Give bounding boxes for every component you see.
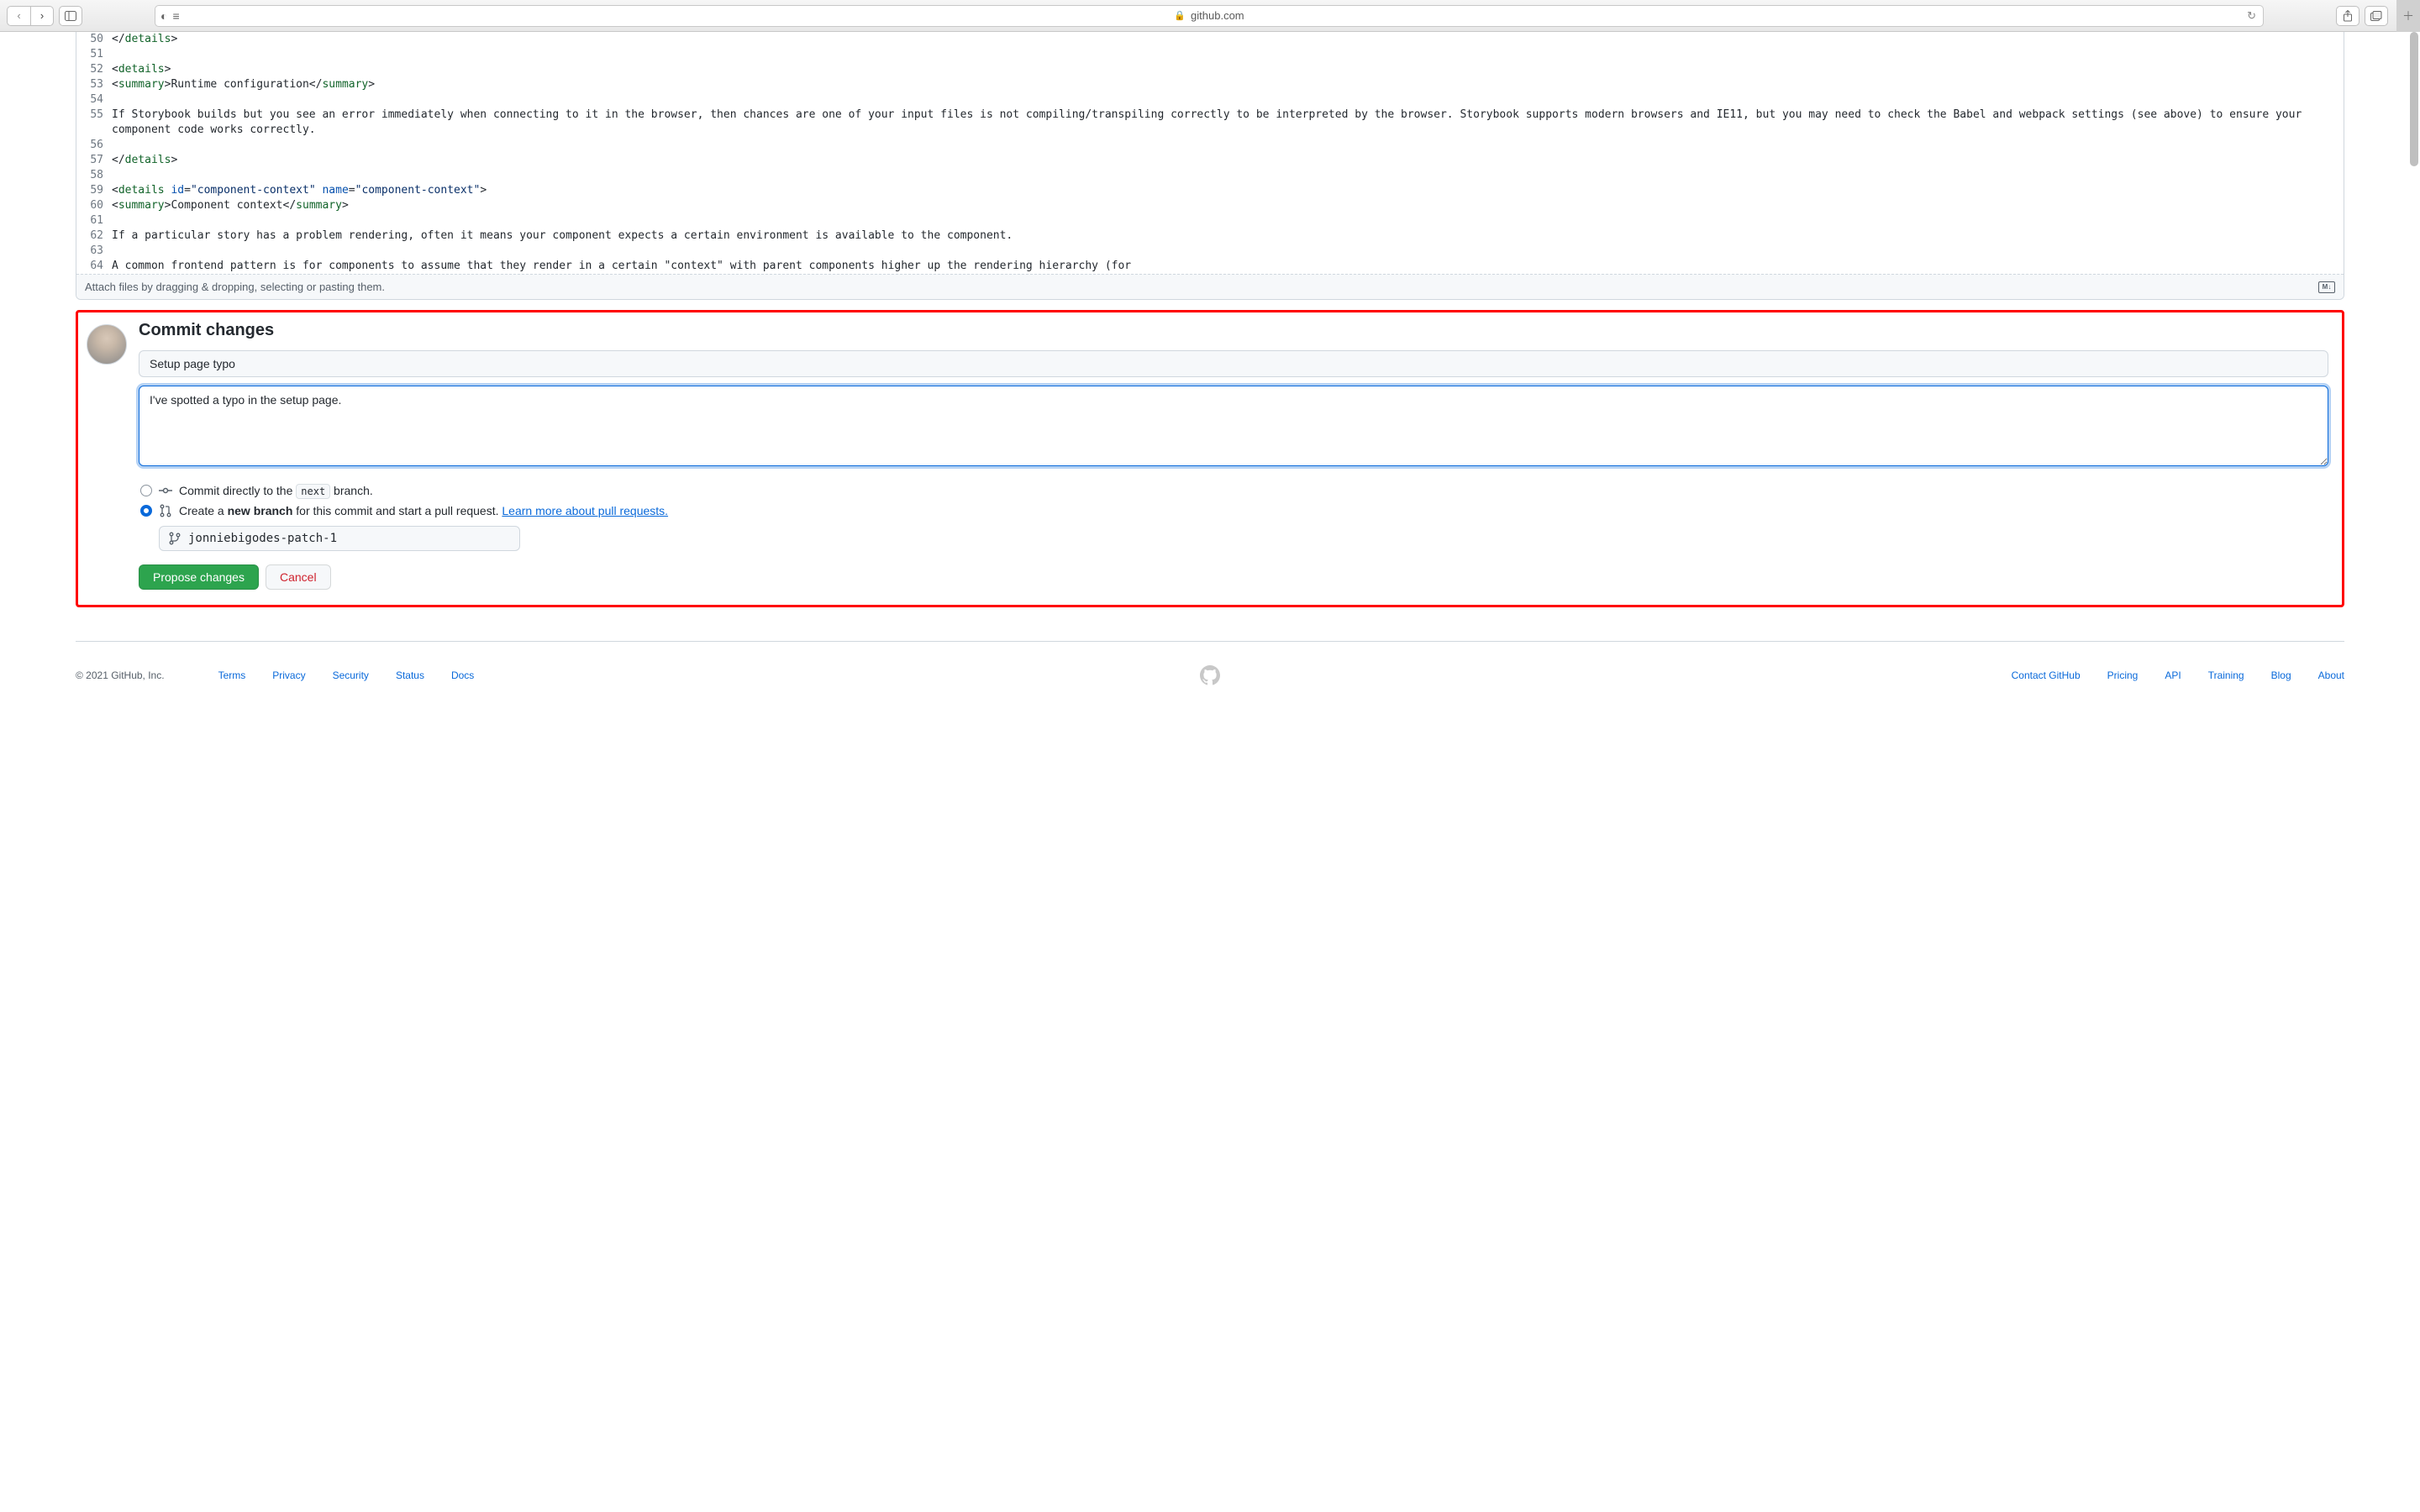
radio-direct-label: Commit directly to the next branch. <box>179 484 373 497</box>
attach-hint: Attach files by dragging & dropping, sel… <box>85 281 385 293</box>
markdown-icon[interactable]: M↓ <box>2318 281 2335 293</box>
code-line[interactable]: 58 <box>76 168 2344 183</box>
code-line[interactable]: 51 <box>76 47 2344 62</box>
footer-link-privacy[interactable]: Privacy <box>272 669 305 681</box>
commit-summary-input[interactable] <box>139 350 2328 377</box>
learn-pull-requests-link[interactable]: Learn more about pull requests. <box>502 504 668 517</box>
share-button[interactable] <box>2336 6 2360 26</box>
footer-link-terms[interactable]: Terms <box>218 669 246 681</box>
code-line[interactable]: 63 <box>76 244 2344 259</box>
code-line[interactable]: 57</details> <box>76 153 2344 168</box>
tabs-button[interactable] <box>2365 6 2388 26</box>
radio-newbranch-label: Create a new branch for this commit and … <box>179 504 668 517</box>
code-line[interactable]: 54 <box>76 92 2344 108</box>
code-line[interactable]: 52<details> <box>76 62 2344 77</box>
code-line[interactable]: 56 <box>76 138 2344 153</box>
vertical-scrollbar[interactable] <box>2410 32 2418 166</box>
propose-changes-button[interactable]: Propose changes <box>139 564 259 590</box>
code-line[interactable]: 62If a particular story has a problem re… <box>76 228 2344 244</box>
url-host: github.com <box>1191 9 1244 22</box>
lock-icon: 🔒 <box>1174 10 1186 21</box>
footer-link-contact-github[interactable]: Contact GitHub <box>2012 669 2081 681</box>
attach-files-bar[interactable]: Attach files by dragging & dropping, sel… <box>76 274 2344 299</box>
reader-mode-icon[interactable]: ≡ <box>172 9 179 23</box>
footer-link-docs[interactable]: Docs <box>451 669 474 681</box>
address-bar[interactable]: ◐ ≡ 🔒 github.com ↻ <box>155 5 2264 27</box>
page-footer: © 2021 GitHub, Inc. Terms Privacy Security… <box>76 641 2344 694</box>
code-line[interactable]: 50</details> <box>76 32 2344 47</box>
commit-changes-panel: Commit changes Commit directly to the ne… <box>76 310 2344 607</box>
code-line[interactable]: 60<summary>Component context</summary> <box>76 198 2344 213</box>
code-line[interactable]: 55If Storybook builds but you see an err… <box>76 108 2344 138</box>
code-lines[interactable]: 50</details>5152<details>53<summary>Runt… <box>76 32 2344 274</box>
git-branch-icon <box>168 532 182 545</box>
commit-description-textarea[interactable] <box>139 386 2328 466</box>
reload-icon[interactable]: ↻ <box>2247 9 2256 23</box>
git-pull-request-icon <box>159 504 172 517</box>
code-line[interactable]: 53<summary>Runtime configuration</summar… <box>76 77 2344 92</box>
radio-commit-direct[interactable]: Commit directly to the next branch. <box>140 480 2328 501</box>
cancel-button[interactable]: Cancel <box>266 564 331 590</box>
radio-create-branch[interactable]: Create a new branch for this commit and … <box>140 501 2328 521</box>
radio-checked-icon <box>140 505 152 517</box>
radio-unchecked-icon <box>140 485 152 496</box>
footer-link-pricing[interactable]: Pricing <box>2107 669 2139 681</box>
footer-link-about[interactable]: About <box>2318 669 2344 681</box>
code-line[interactable]: 59<details id="component-context" name="… <box>76 183 2344 198</box>
commit-heading: Commit changes <box>139 321 2328 340</box>
branch-name-value: jonniebigodes-patch-1 <box>188 532 337 545</box>
footer-link-training[interactable]: Training <box>2208 669 2244 681</box>
git-commit-icon <box>159 484 172 497</box>
privacy-shield-icon[interactable]: ◐ <box>160 9 167 23</box>
forward-button[interactable]: › <box>30 6 54 26</box>
footer-link-blog[interactable]: Blog <box>2271 669 2291 681</box>
browser-toolbar: ‹ › ◐ ≡ 🔒 github.com ↻ ＋ <box>0 0 2420 32</box>
footer-link-api[interactable]: API <box>2165 669 2181 681</box>
footer-link-security[interactable]: Security <box>333 669 369 681</box>
sidebar-toggle-button[interactable] <box>59 6 82 26</box>
file-editor: 50</details>5152<details>53<summary>Runt… <box>76 32 2344 300</box>
footer-link-status[interactable]: Status <box>396 669 424 681</box>
branch-name-input[interactable]: jonniebigodes-patch-1 <box>159 526 520 551</box>
avatar[interactable] <box>87 324 127 365</box>
code-line[interactable]: 61 <box>76 213 2344 228</box>
code-line[interactable]: 64A common frontend pattern is for compo… <box>76 259 2344 274</box>
copyright: © 2021 GitHub, Inc. <box>76 669 165 681</box>
new-tab-button[interactable]: ＋ <box>2396 0 2420 32</box>
back-button[interactable]: ‹ <box>7 6 30 26</box>
github-logo-icon <box>1200 665 1220 685</box>
